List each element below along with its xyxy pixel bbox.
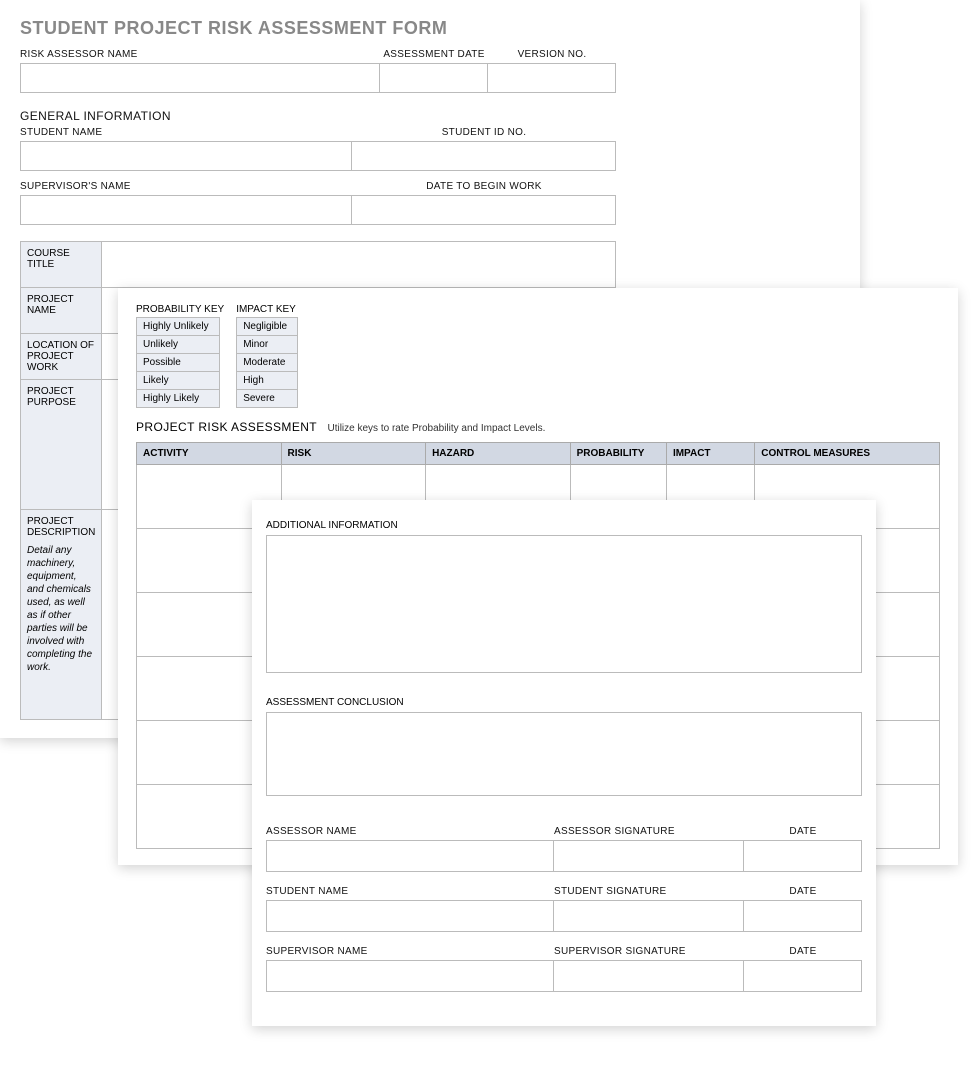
col-hazard: HAZARD	[426, 443, 571, 465]
assessor-date-label: DATE	[744, 826, 862, 840]
probability-key-item: Highly Unlikely	[136, 317, 220, 336]
supervisor-signature-label: SUPERVISOR SIGNATURE	[554, 946, 744, 960]
col-control: CONTROL MEASURES	[755, 443, 940, 465]
assessor-name-label: RISK ASSESSOR NAME	[20, 49, 380, 63]
probability-key-item: Likely	[136, 371, 220, 390]
assessment-date-input[interactable]	[379, 63, 488, 93]
impact-key-item: Severe	[236, 389, 298, 408]
student-name-label-sig: STUDENT NAME	[266, 886, 554, 900]
additional-info-input[interactable]	[266, 535, 862, 673]
student-id-label: STUDENT ID NO.	[352, 127, 616, 141]
date-begin-label: DATE TO BEGIN WORK	[352, 181, 616, 195]
version-no-input[interactable]	[487, 63, 616, 93]
version-no-label: VERSION NO.	[488, 49, 616, 63]
project-name-label: PROJECT NAME	[21, 288, 102, 334]
assessor-name-input[interactable]	[20, 63, 380, 93]
supervisor-date-label: DATE	[744, 946, 862, 960]
form-page-3: ADDITIONAL INFORMATION ASSESSMENT CONCLU…	[252, 500, 876, 1026]
general-info-heading: GENERAL INFORMATION	[20, 109, 840, 123]
col-risk: RISK	[281, 443, 426, 465]
col-activity: ACTIVITY	[137, 443, 282, 465]
probability-key-item: Unlikely	[136, 335, 220, 354]
impact-key-item: Minor	[236, 335, 298, 354]
probability-key: PROBABILITY KEY Highly Unlikely Unlikely…	[136, 304, 224, 408]
student-date-input[interactable]	[743, 900, 862, 932]
student-name-sig-input[interactable]	[266, 900, 554, 932]
probability-key-label: PROBABILITY KEY	[136, 304, 224, 315]
probability-key-item: Highly Likely	[136, 389, 220, 408]
student-signature-input[interactable]	[553, 900, 744, 932]
assessor-name-label-sig: ASSESSOR NAME	[266, 826, 554, 840]
form-title: STUDENT PROJECT RISK ASSESSMENT FORM	[20, 18, 840, 39]
col-impact: IMPACT	[666, 443, 754, 465]
supervisor-name-input[interactable]	[20, 195, 352, 225]
additional-info-label: ADDITIONAL INFORMATION	[266, 520, 862, 531]
description-label-text: PROJECT DESCRIPTION	[27, 516, 95, 538]
assessor-name-sig-input[interactable]	[266, 840, 554, 872]
description-note: Detail any machinery, equipment, and che…	[27, 544, 95, 674]
assessor-signature-input[interactable]	[553, 840, 744, 872]
supervisor-name-sig-input[interactable]	[266, 960, 554, 992]
impact-key-item: High	[236, 371, 298, 390]
date-begin-input[interactable]	[351, 195, 616, 225]
student-id-input[interactable]	[351, 141, 616, 171]
impact-key-item: Moderate	[236, 353, 298, 372]
supervisor-signature-input[interactable]	[553, 960, 744, 992]
supervisor-date-input[interactable]	[743, 960, 862, 992]
impact-key-label: IMPACT KEY	[236, 304, 298, 315]
conclusion-label: ASSESSMENT CONCLUSION	[266, 697, 862, 708]
supervisor-name-label-sig: SUPERVISOR NAME	[266, 946, 554, 960]
impact-key: IMPACT KEY Negligible Minor Moderate Hig…	[236, 304, 298, 408]
col-probability: PROBABILITY	[570, 443, 666, 465]
conclusion-input[interactable]	[266, 712, 862, 796]
probability-key-item: Possible	[136, 353, 220, 372]
student-date-label: DATE	[744, 886, 862, 900]
course-title-label: COURSE TITLE	[21, 242, 102, 288]
impact-key-item: Negligible	[236, 317, 298, 336]
course-title-input[interactable]	[102, 242, 616, 288]
student-name-label: STUDENT NAME	[20, 127, 352, 141]
student-name-input[interactable]	[20, 141, 352, 171]
assessment-date-label: ASSESSMENT DATE	[380, 49, 488, 63]
supervisor-name-label: SUPERVISOR'S NAME	[20, 181, 352, 195]
assessor-date-input[interactable]	[743, 840, 862, 872]
assessment-subtitle: Utilize keys to rate Probability and Imp…	[327, 423, 545, 434]
purpose-label: PROJECT PURPOSE	[21, 380, 102, 510]
assessment-title: PROJECT RISK ASSESSMENT	[136, 420, 317, 434]
description-label: PROJECT DESCRIPTION Detail any machinery…	[21, 510, 102, 720]
student-signature-label: STUDENT SIGNATURE	[554, 886, 744, 900]
location-label: LOCATION OF PROJECT WORK	[21, 334, 102, 380]
assessor-signature-label: ASSESSOR SIGNATURE	[554, 826, 744, 840]
